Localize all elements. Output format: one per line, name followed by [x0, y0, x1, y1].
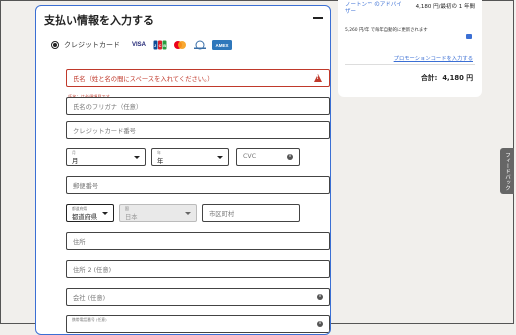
month-select[interactable]: 月 月: [66, 148, 146, 166]
total-label: 合計:: [421, 74, 438, 82]
card-number-field[interactable]: クレジットカード番号: [66, 121, 330, 139]
company-placeholder: 会社 (任意): [73, 295, 106, 302]
credit-card-label: クレジットカード: [64, 41, 120, 49]
warning-icon: [314, 74, 322, 82]
furigana-placeholder: 氏名のフリガナ（任意）: [73, 104, 143, 111]
credit-card-radio[interactable]: [51, 41, 59, 49]
phone-field[interactable]: 携帯電話番号 (任意) i: [66, 315, 330, 333]
feedback-tab[interactable]: フィードバック: [500, 148, 514, 194]
year-value: 年: [157, 158, 164, 165]
svg-text:C: C: [159, 43, 162, 48]
payment-title: 支払い情報を入力する: [44, 14, 154, 27]
postal-code-placeholder: 郵便番号: [73, 183, 99, 190]
address-field[interactable]: 住所: [66, 232, 330, 250]
info-icon[interactable]: i: [317, 294, 323, 300]
info-icon[interactable]: i: [317, 321, 323, 327]
company-field[interactable]: 会社 (任意) i: [66, 288, 330, 306]
flag-icon: [466, 34, 472, 39]
furigana-field[interactable]: 氏名のフリガナ（任意）: [66, 97, 330, 115]
month-value: 月: [72, 158, 79, 165]
svg-text:B: B: [163, 43, 166, 48]
chevron-down-icon: [185, 212, 191, 215]
postal-code-field[interactable]: 郵便番号: [66, 176, 330, 194]
name-field[interactable]: 氏名（姓と名の間にスペースを入れてください。）: [66, 69, 330, 87]
country-select: 国 日本: [119, 204, 197, 222]
phone-label: 携帯電話番号 (任意): [72, 317, 107, 322]
address-placeholder: 住所: [73, 239, 86, 246]
chevron-down-icon: [217, 156, 223, 159]
chevron-down-icon: [102, 212, 108, 215]
collapse-button[interactable]: [313, 13, 323, 23]
year-select[interactable]: 年 年: [151, 148, 229, 166]
prefecture-value: 都道府県: [72, 214, 98, 221]
cvc-placeholder: CVC: [243, 153, 257, 160]
address2-field[interactable]: 住所 2 (任意): [66, 260, 330, 278]
minus-icon: [313, 17, 323, 19]
amex-logo-icon: AMEX: [212, 40, 232, 50]
name-placeholder: 氏名（姓と名の間にスペースを入れてください。）: [73, 76, 214, 83]
product-price: 4,180 円/最初の 1 年間: [415, 4, 475, 10]
info-icon[interactable]: i: [287, 154, 293, 160]
total-value: 4,180 円: [442, 74, 473, 82]
country-value: 日本: [125, 214, 138, 221]
svg-text:J: J: [154, 43, 156, 48]
diners-logo-icon: [193, 40, 207, 50]
order-summary: ノートン™ のアドバイザー 4,180 円/最初の 1 年間 5,260 円/年…: [338, 0, 482, 97]
city-placeholder: 市区町村: [209, 211, 235, 218]
payment-section: 支払い情報を入力する クレジットカード VISA J C B AMEX 氏名（姓…: [35, 5, 331, 335]
promo-code-link[interactable]: プロモーションコードを入力する: [394, 54, 473, 62]
divider: [345, 64, 475, 65]
renewal-note: 5,260 円/年 で毎年自動的に更新されます: [345, 28, 428, 33]
jcb-logo-icon: J C B: [153, 40, 167, 50]
chevron-down-icon: [134, 156, 140, 159]
cvc-field[interactable]: CVC i: [236, 148, 300, 166]
visa-logo-icon: VISA: [131, 42, 146, 48]
product-name[interactable]: ノートン™ のアドバイザー: [345, 2, 405, 16]
city-field[interactable]: 市区町村: [202, 204, 300, 222]
mastercard-logo-icon: [172, 40, 188, 50]
feedback-label: フィードバック: [504, 151, 510, 191]
address2-placeholder: 住所 2 (任意): [73, 267, 112, 274]
card-number-placeholder: クレジットカード番号: [73, 128, 136, 135]
credit-card-option[interactable]: クレジットカード VISA J C B AMEX: [51, 40, 232, 50]
prefecture-select[interactable]: 都道府県 都道府県: [66, 204, 114, 222]
